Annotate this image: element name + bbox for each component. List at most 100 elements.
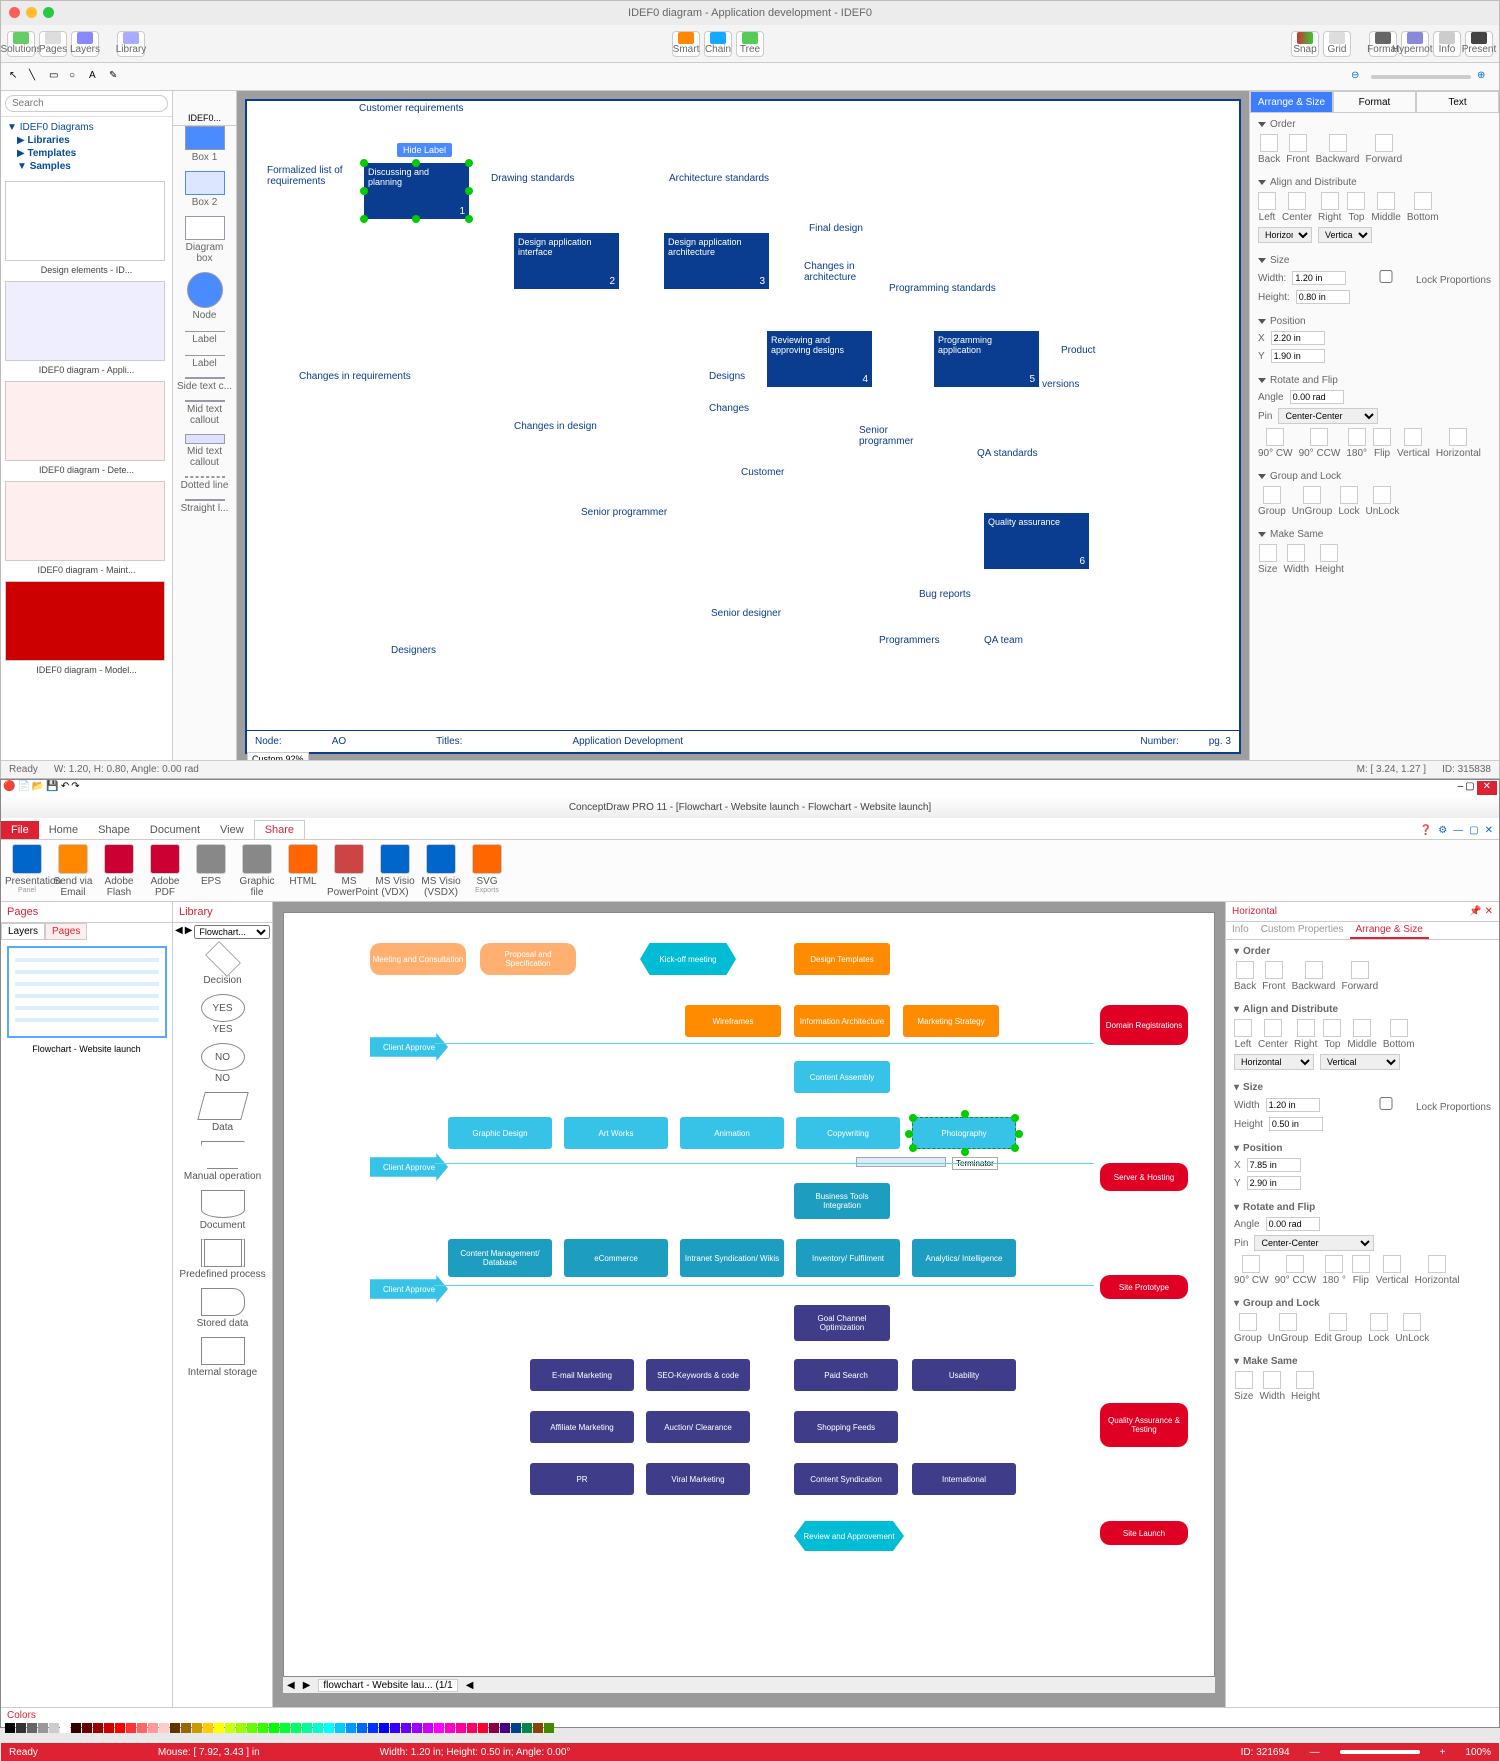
resize-handle[interactable] <box>360 215 368 223</box>
color-swatch[interactable] <box>104 1723 114 1733</box>
resize-handle[interactable] <box>360 187 368 195</box>
color-swatch[interactable] <box>126 1723 136 1733</box>
thumb[interactable] <box>5 181 165 261</box>
color-swatch[interactable] <box>236 1723 246 1733</box>
flow-node[interactable]: Wireframes <box>685 1005 781 1037</box>
align-icon[interactable] <box>1297 1019 1315 1037</box>
pointer-icon[interactable]: ↖ <box>9 70 23 84</box>
color-swatch[interactable] <box>203 1723 213 1733</box>
lib-int[interactable]: Internal storage <box>173 1333 272 1382</box>
tab-arrange[interactable]: Arrange & Size <box>1250 91 1333 113</box>
activity-box[interactable]: Design application architecture3 <box>664 233 769 289</box>
lib-decision[interactable]: Decision <box>173 941 272 990</box>
milestone[interactable]: Site Launch <box>1100 1521 1188 1545</box>
flow-node[interactable]: Content Syndication <box>794 1463 898 1495</box>
close-button[interactable]: ✕ <box>1477 781 1497 795</box>
thumb[interactable] <box>5 281 165 361</box>
nav-templates[interactable]: ▶ Templates <box>7 147 166 160</box>
same-icon[interactable] <box>1320 544 1338 562</box>
flow-node[interactable]: Content Assembly <box>794 1061 890 1093</box>
color-swatch[interactable] <box>467 1723 477 1733</box>
flow-node[interactable]: Affiliate Marketing <box>530 1411 634 1443</box>
color-swatch[interactable] <box>346 1723 356 1733</box>
color-swatch[interactable] <box>181 1723 191 1733</box>
group-icon[interactable] <box>1263 486 1281 504</box>
group-icon[interactable] <box>1239 1313 1257 1331</box>
color-swatch[interactable] <box>522 1723 532 1733</box>
lock-proportions[interactable] <box>1359 270 1413 283</box>
tb-tree[interactable]: Tree <box>736 31 764 57</box>
hide-label-tooltip[interactable]: Hide Label <box>397 143 452 157</box>
group-icon[interactable] <box>1340 486 1358 504</box>
lib-yes[interactable]: YESYES <box>173 990 272 1039</box>
qat-icon[interactable]: 📂 <box>32 781 44 795</box>
ribbon-adobe-flash[interactable]: Adobe Flash <box>97 844 141 897</box>
line-icon[interactable]: ╲ <box>29 70 43 84</box>
same-icon[interactable] <box>1259 544 1277 562</box>
flow-node[interactable]: Kick-off meeting <box>640 943 736 975</box>
flow-node[interactable]: Analytics/ Intelligence <box>912 1239 1016 1277</box>
order-icon[interactable] <box>1375 134 1393 152</box>
color-swatch[interactable] <box>313 1723 323 1733</box>
h-select[interactable]: Horizontal <box>1234 1054 1314 1070</box>
rotate-icon[interactable] <box>1373 428 1391 446</box>
thumb[interactable] <box>5 581 165 661</box>
color-swatch[interactable] <box>445 1723 455 1733</box>
tab-view[interactable]: View <box>210 821 254 839</box>
v-select[interactable]: Vertical <box>1320 1054 1400 1070</box>
nav-libraries[interactable]: ▶ Libraries <box>7 134 166 147</box>
canvas[interactable]: Discussing and planning1Design applicati… <box>237 91 1249 762</box>
flow-node[interactable]: Business Tools Integration <box>794 1183 890 1219</box>
rotate-icon[interactable] <box>1266 428 1284 446</box>
lib-manual[interactable]: Manual operation <box>173 1137 272 1186</box>
client-approve[interactable]: Client Approve <box>370 1275 448 1303</box>
tab-file[interactable]: File <box>1 821 39 839</box>
activity-box[interactable]: Reviewing and approving designs4 <box>767 331 872 387</box>
color-swatch[interactable] <box>291 1723 301 1733</box>
color-swatch[interactable] <box>401 1723 411 1733</box>
qat-icon[interactable]: 📄 <box>17 781 29 795</box>
minimize-icon[interactable] <box>26 7 37 18</box>
lib-mid2[interactable]: Mid text callout <box>177 434 233 468</box>
resize-handle[interactable] <box>465 187 473 195</box>
lib-box1[interactable]: Box 1 <box>177 126 233 163</box>
flow-node[interactable]: Viral Marketing <box>646 1463 750 1495</box>
qat-icon[interactable]: ↶ <box>61 781 69 795</box>
zoom-in-icon[interactable]: ⊕ <box>1477 70 1491 84</box>
order-icon[interactable] <box>1260 134 1278 152</box>
flow-node[interactable]: Meeting and Consultation <box>370 943 466 975</box>
qat-icon[interactable]: ↷ <box>71 781 79 795</box>
lib-data[interactable]: Data <box>173 1088 272 1137</box>
flow-node[interactable]: eCommerce <box>564 1239 668 1277</box>
canvas[interactable]: Meeting and ConsultationProposal and Spe… <box>273 902 1225 1707</box>
resize-handle[interactable] <box>360 159 368 167</box>
order-icon[interactable] <box>1329 134 1347 152</box>
tb-solutions[interactable]: Solutions <box>7 31 35 57</box>
rotate-icon[interactable] <box>1286 1255 1304 1273</box>
milestone[interactable]: Site Prototype <box>1100 1275 1188 1299</box>
color-swatch[interactable] <box>16 1723 26 1733</box>
color-swatch[interactable] <box>38 1723 48 1733</box>
activity-box[interactable]: Design application interface2 <box>514 233 619 289</box>
flow-node[interactable]: Content Management/ Database <box>448 1239 552 1277</box>
align-icon[interactable] <box>1347 192 1365 210</box>
milestone[interactable]: Quality Assurance & Testing <box>1100 1403 1188 1447</box>
same-icon[interactable] <box>1263 1371 1281 1389</box>
milestone[interactable]: Domain Registrations <box>1100 1005 1188 1045</box>
rotate-icon[interactable] <box>1404 428 1422 446</box>
align-icon[interactable] <box>1414 192 1432 210</box>
lib-stored[interactable]: Stored data <box>173 1284 272 1333</box>
tab-home[interactable]: Home <box>39 821 88 839</box>
color-swatch[interactable] <box>214 1723 224 1733</box>
color-swatch[interactable] <box>192 1723 202 1733</box>
tb-layers[interactable]: Layers <box>71 31 99 57</box>
order-icon[interactable] <box>1351 961 1369 979</box>
ribbon-send-via-email[interactable]: Send via Email <box>51 844 95 897</box>
tb-library[interactable]: Library <box>117 31 145 57</box>
flow-node[interactable]: Goal Channel Optimization <box>794 1305 890 1341</box>
flow-node[interactable]: International <box>912 1463 1016 1495</box>
lib-str[interactable]: Straight l... <box>177 499 233 514</box>
lib-node[interactable]: Node <box>177 272 233 321</box>
tab-custom[interactable]: Custom Properties <box>1255 922 1350 939</box>
align-icon[interactable] <box>1377 192 1395 210</box>
